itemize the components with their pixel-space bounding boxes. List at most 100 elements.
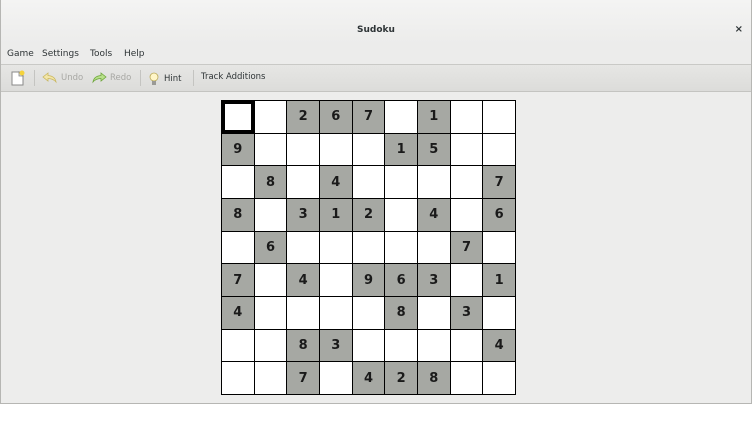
sudoku-cell[interactable] (222, 101, 254, 133)
sudoku-cell[interactable] (450, 329, 483, 362)
sudoku-cell[interactable]: 3 (417, 264, 450, 296)
sudoku-cell[interactable] (417, 329, 450, 362)
sudoku-cell[interactable] (254, 362, 287, 394)
sudoku-cell[interactable]: 4 (417, 198, 450, 231)
sudoku-cell[interactable]: 7 (222, 264, 254, 296)
menu-tools[interactable]: Tools (90, 49, 112, 59)
sudoku-cell[interactable]: 6 (385, 264, 417, 296)
sudoku-cell[interactable] (417, 296, 450, 329)
sudoku-cell[interactable] (352, 329, 385, 362)
sudoku-cell[interactable] (319, 133, 352, 166)
sudoku-cell[interactable] (385, 198, 417, 231)
sudoku-cell[interactable]: 7 (483, 166, 515, 198)
sudoku-cell[interactable]: 6 (319, 101, 352, 133)
sudoku-cell[interactable] (287, 166, 319, 198)
track-additions-button[interactable]: Track Additions (201, 72, 265, 82)
sudoku-cell[interactable]: 4 (287, 264, 319, 296)
toolbar-separator (140, 70, 141, 86)
sudoku-cell[interactable] (222, 329, 254, 362)
sudoku-cell[interactable]: 3 (450, 296, 483, 329)
sudoku-cell[interactable] (450, 264, 483, 296)
sudoku-cell[interactable] (483, 101, 515, 133)
sudoku-cell[interactable] (450, 133, 483, 166)
sudoku-cell[interactable]: 8 (254, 166, 287, 198)
sudoku-cell[interactable] (450, 101, 483, 133)
toolbar-separator (34, 70, 35, 86)
sudoku-cell[interactable] (287, 296, 319, 329)
sudoku-cell[interactable] (352, 166, 385, 198)
menu-help[interactable]: Help (124, 49, 145, 59)
sudoku-window: Sudoku × Game Settings Tools Help Undo R… (0, 0, 752, 404)
sudoku-cell[interactable] (254, 329, 287, 362)
sudoku-cell[interactable]: 9 (352, 264, 385, 296)
sudoku-cell[interactable]: 2 (352, 198, 385, 231)
sudoku-cell[interactable] (417, 166, 450, 198)
sudoku-cell[interactable] (319, 264, 352, 296)
sudoku-cell[interactable] (254, 101, 287, 133)
menu-bar: Game Settings Tools Help (1, 44, 751, 65)
sudoku-cell[interactable] (417, 231, 450, 264)
sudoku-cell[interactable]: 6 (483, 198, 515, 231)
sudoku-cell[interactable] (483, 362, 515, 394)
sudoku-cell[interactable]: 7 (287, 362, 319, 394)
sudoku-cell[interactable] (352, 296, 385, 329)
sudoku-cell[interactable]: 4 (352, 362, 385, 394)
sudoku-cell[interactable] (287, 133, 319, 166)
title-bar[interactable]: Sudoku × (1, 0, 751, 44)
sudoku-cell[interactable]: 1 (483, 264, 515, 296)
menu-game[interactable]: Game (7, 49, 34, 59)
sudoku-cell[interactable]: 4 (483, 329, 515, 362)
sudoku-cell[interactable] (352, 231, 385, 264)
sudoku-cell[interactable]: 8 (417, 362, 450, 394)
sudoku-cell[interactable]: 3 (287, 198, 319, 231)
lightbulb-icon (149, 72, 159, 85)
window-title: Sudoku (357, 25, 395, 35)
sudoku-cell[interactable] (319, 231, 352, 264)
sudoku-cell[interactable]: 4 (319, 166, 352, 198)
menu-settings[interactable]: Settings (42, 49, 79, 59)
close-icon[interactable]: × (735, 24, 743, 35)
sudoku-cell[interactable]: 6 (254, 231, 287, 264)
new-game-button[interactable] (11, 70, 25, 86)
sudoku-cell[interactable]: 5 (417, 133, 450, 166)
sudoku-cell[interactable] (385, 166, 417, 198)
sudoku-cell[interactable]: 7 (352, 101, 385, 133)
sudoku-cell[interactable]: 4 (222, 296, 254, 329)
sudoku-cell[interactable]: 1 (385, 133, 417, 166)
undo-button[interactable]: Undo (42, 72, 83, 84)
sudoku-cell[interactable]: 8 (385, 296, 417, 329)
toolbar: Undo Redo Hint Track Additions (1, 65, 751, 92)
sudoku-cell[interactable]: 2 (287, 101, 319, 133)
hint-button[interactable]: Hint (149, 72, 181, 86)
sudoku-cell[interactable]: 2 (385, 362, 417, 394)
sudoku-cell[interactable] (483, 296, 515, 329)
sudoku-cell[interactable] (254, 264, 287, 296)
sudoku-cell[interactable] (483, 133, 515, 166)
sudoku-cell[interactable]: 7 (450, 231, 483, 264)
redo-button[interactable]: Redo (91, 72, 131, 84)
sudoku-cell[interactable]: 8 (222, 198, 254, 231)
sudoku-cell[interactable] (450, 198, 483, 231)
sudoku-cell[interactable] (254, 296, 287, 329)
sudoku-cell[interactable] (222, 166, 254, 198)
sudoku-cell[interactable] (450, 166, 483, 198)
sudoku-cell[interactable] (319, 296, 352, 329)
sudoku-cell[interactable] (222, 362, 254, 394)
sudoku-cell[interactable] (385, 329, 417, 362)
undo-label: Undo (61, 73, 84, 83)
sudoku-cell[interactable]: 1 (417, 101, 450, 133)
sudoku-cell[interactable] (483, 231, 515, 264)
sudoku-cell[interactable] (319, 362, 352, 394)
sudoku-cell[interactable] (385, 231, 417, 264)
sudoku-cell[interactable] (222, 231, 254, 264)
sudoku-cell[interactable]: 1 (319, 198, 352, 231)
sudoku-cell[interactable]: 3 (319, 329, 352, 362)
sudoku-cell[interactable]: 9 (222, 133, 254, 166)
sudoku-cell[interactable] (385, 101, 417, 133)
sudoku-cell[interactable] (287, 231, 319, 264)
sudoku-cell[interactable] (450, 362, 483, 394)
sudoku-cell[interactable] (254, 198, 287, 231)
sudoku-cell[interactable]: 8 (287, 329, 319, 362)
sudoku-cell[interactable] (254, 133, 287, 166)
sudoku-cell[interactable] (352, 133, 385, 166)
